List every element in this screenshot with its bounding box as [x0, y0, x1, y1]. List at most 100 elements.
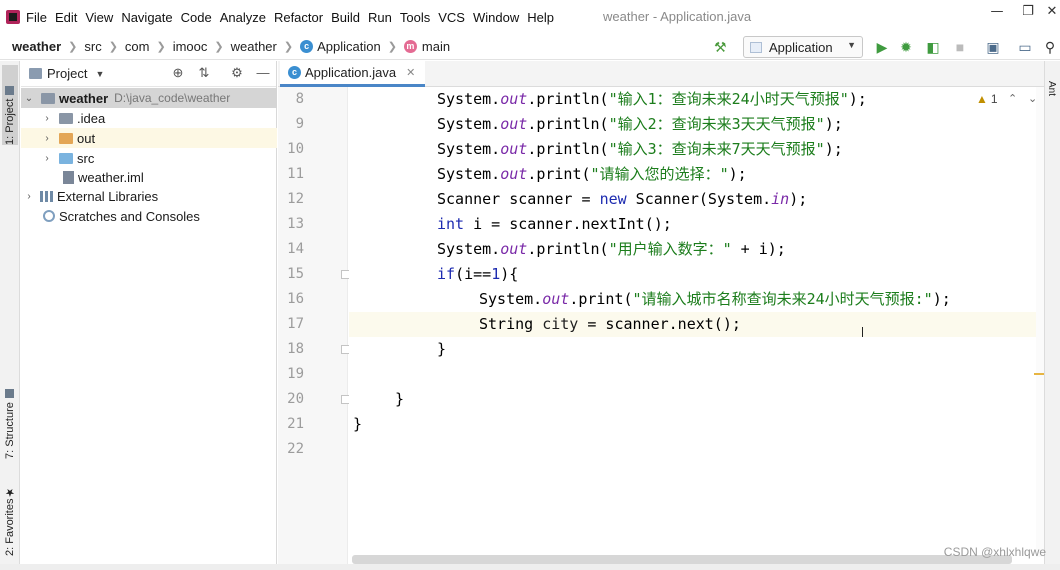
favorites-star-icon: ★ — [4, 485, 17, 499]
menu-run[interactable]: Run — [368, 10, 392, 25]
tree-item-weather-root[interactable]: ⌄ weather D:\java_code\weather — [21, 88, 277, 108]
line-number[interactable]: 18 — [278, 337, 304, 362]
chevron-right-icon: ❯ — [214, 41, 224, 53]
hide-panel-icon[interactable]: — — [255, 65, 271, 81]
chevron-right-icon[interactable]: › — [41, 133, 53, 144]
menu-vcs[interactable]: VCS — [438, 10, 465, 25]
horizontal-scrollbar[interactable] — [352, 555, 1012, 564]
close-window-icon[interactable]: ✕ — [1040, 4, 1060, 19]
line-number[interactable]: 19 — [278, 362, 304, 387]
code-token: System. — [437, 90, 501, 108]
code-token: String — [479, 315, 543, 333]
project-panel: Project ▼ ⊕ ⇅ ⚙ — ⌄ weather D:\java_code… — [21, 61, 277, 570]
stop-icon[interactable]: ■ — [951, 38, 969, 56]
breadcrumb-class-label: Application — [317, 39, 381, 54]
search-everywhere-icon[interactable]: ⚲ — [1041, 38, 1059, 56]
chevron-right-icon[interactable]: › — [23, 191, 35, 202]
line-number[interactable]: 20 — [278, 387, 304, 412]
tree-item-src[interactable]: › src — [21, 148, 277, 168]
tab-ant-tool[interactable]: Ant — [1046, 81, 1057, 96]
breadcrumb-project[interactable]: weather — [12, 39, 61, 54]
menu-refactor[interactable]: Refactor — [274, 10, 323, 25]
code-token: System. — [437, 165, 501, 183]
code-editor[interactable]: System.out.println("输入1：查询未来24小时天气预报"); S… — [349, 87, 1036, 557]
tree-item-label: Scratches and Consoles — [59, 208, 200, 224]
code-token: "请输入您的选择：" — [590, 165, 729, 183]
menu-build[interactable]: Build — [331, 10, 360, 25]
menu-tools[interactable]: Tools — [400, 10, 430, 25]
run-configuration-select[interactable]: Application ▼ — [743, 36, 863, 58]
tree-item-label: weather.iml — [78, 169, 144, 185]
menu-bar: File Edit View Navigate Code Analyze Ref… — [0, 0, 1060, 34]
chevron-right-icon[interactable]: › — [41, 113, 53, 124]
breadcrumb-method[interactable]: m main — [403, 39, 450, 54]
status-bar — [0, 564, 1060, 570]
maximize-icon[interactable]: ❐ — [1016, 4, 1040, 19]
code-token: ){ — [500, 265, 519, 283]
line-number[interactable]: 14 — [278, 237, 304, 262]
dropdown-arrow-icon[interactable]: ▼ — [95, 69, 104, 79]
tab-project-tool[interactable]: 1: Project — [2, 65, 18, 145]
breadcrumb-weather-package[interactable]: weather — [231, 39, 277, 54]
minimize-icon[interactable]: — — [985, 4, 1009, 19]
project-view-select[interactable]: Project — [47, 66, 87, 81]
application-config-icon — [750, 41, 762, 53]
toggle-window-icon[interactable]: ▭ — [1016, 38, 1034, 56]
inspection-warning-badge[interactable]: ▲ 1 — [976, 92, 998, 106]
chevron-right-icon[interactable]: › — [41, 153, 53, 164]
menu-code[interactable]: Code — [181, 10, 212, 25]
chevron-down-icon[interactable]: ⌄ — [23, 93, 35, 104]
menu-file[interactable]: File — [26, 10, 47, 25]
breadcrumb-class[interactable]: c Application — [300, 39, 381, 54]
project-panel-header: Project ▼ ⊕ ⇅ ⚙ — — [21, 61, 276, 87]
tree-item-scratches[interactable]: Scratches and Consoles — [21, 206, 277, 226]
tree-item-idea[interactable]: › .idea — [21, 108, 277, 128]
line-number[interactable]: 15 — [278, 262, 304, 287]
line-number[interactable]: 8 — [278, 87, 304, 112]
tab-application-java[interactable]: c Application.java ✕ — [280, 61, 426, 87]
debug-icon[interactable]: ✹ — [897, 38, 915, 56]
tab-favorites-tool[interactable]: 2: Favorites ★ — [2, 476, 18, 556]
collapse-all-icon[interactable]: ⇅ — [196, 65, 212, 81]
build-hammer-icon[interactable]: ⚒ — [714, 39, 730, 55]
locate-icon[interactable]: ⊕ — [170, 65, 186, 81]
line-number[interactable]: 12 — [278, 187, 304, 212]
code-token: ); — [728, 165, 747, 183]
line-number[interactable]: 9 — [278, 112, 304, 137]
tab-structure-tool[interactable]: 7: Structure — [2, 379, 18, 459]
tree-item-out[interactable]: › out — [21, 128, 277, 148]
menu-help[interactable]: Help — [527, 10, 554, 25]
line-number[interactable]: 22 — [278, 437, 304, 462]
scratches-icon — [43, 210, 55, 222]
line-number[interactable]: 17 — [278, 312, 304, 337]
vertical-scrollbar[interactable] — [1036, 87, 1044, 557]
code-token: "输入1：查询未来24小时天气预报" — [608, 90, 849, 108]
code-token: ); — [789, 190, 808, 208]
previous-highlight-icon[interactable]: ⌃ — [1008, 92, 1017, 105]
gear-icon[interactable]: ⚙ — [229, 65, 245, 81]
project-structure-icon[interactable]: ▣ — [984, 38, 1002, 56]
line-number[interactable]: 16 — [278, 287, 304, 312]
menu-edit[interactable]: Edit — [55, 10, 77, 25]
breadcrumb-com[interactable]: com — [125, 39, 150, 54]
code-token: } — [353, 415, 363, 433]
breadcrumb-src[interactable]: src — [84, 39, 101, 54]
line-number[interactable]: 13 — [278, 212, 304, 237]
tree-item-weather-iml[interactable]: weather.iml — [21, 167, 277, 187]
menu-navigate[interactable]: Navigate — [121, 10, 172, 25]
breadcrumb-imooc[interactable]: imooc — [173, 39, 208, 54]
line-number[interactable]: 11 — [278, 162, 304, 187]
code-token: new — [599, 190, 627, 208]
coverage-icon[interactable]: ◧ — [924, 38, 942, 56]
run-icon[interactable]: ▶ — [873, 38, 891, 56]
menu-view[interactable]: View — [85, 10, 113, 25]
tree-item-label: .idea — [77, 110, 106, 126]
code-token: out — [500, 165, 528, 183]
tree-item-external-libraries[interactable]: › External Libraries — [21, 186, 277, 206]
menu-analyze[interactable]: Analyze — [220, 10, 266, 25]
line-number[interactable]: 21 — [278, 412, 304, 437]
close-tab-icon[interactable]: ✕ — [406, 66, 415, 79]
menu-window[interactable]: Window — [473, 10, 519, 25]
line-number[interactable]: 10 — [278, 137, 304, 162]
warning-stripe-marker[interactable] — [1034, 373, 1044, 375]
